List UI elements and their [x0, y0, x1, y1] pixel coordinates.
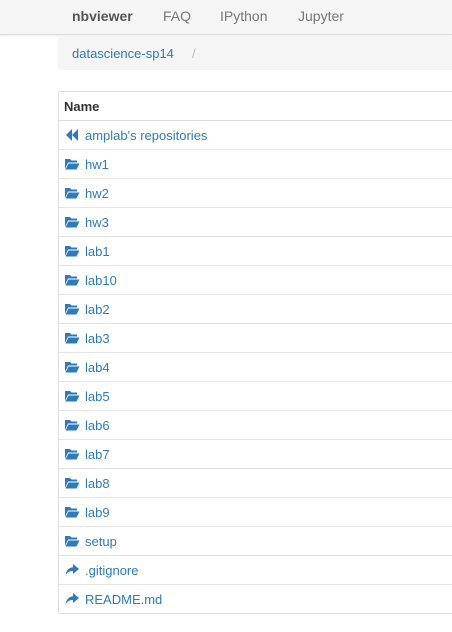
row-link[interactable]: README.md: [64, 585, 162, 613]
row-link[interactable]: lab3: [64, 324, 110, 352]
row-label: hw2: [85, 185, 109, 201]
folder-open-icon: [64, 447, 80, 461]
folder-open-icon: [64, 244, 80, 258]
row-link[interactable]: hw3: [64, 208, 109, 236]
row-link[interactable]: lab4: [64, 353, 110, 381]
table-row: README.md: [59, 584, 452, 613]
row-link[interactable]: hw1: [64, 150, 109, 178]
table-row: lab3: [59, 323, 452, 352]
breadcrumb-current[interactable]: datascience-sp14: [72, 46, 174, 61]
row-label: setup: [85, 533, 117, 549]
row-label: lab9: [85, 504, 110, 520]
table-row: lab10: [59, 265, 452, 294]
share-arrow-icon: [64, 563, 80, 577]
table-header: Name: [59, 92, 452, 121]
folder-open-icon: [64, 360, 80, 374]
share-arrow-icon: [64, 592, 80, 606]
row-label: lab8: [85, 475, 110, 491]
row-link[interactable]: lab10: [64, 266, 117, 294]
folder-open-icon: [64, 505, 80, 519]
folder-open-icon: [64, 186, 80, 200]
folder-open-icon: [64, 215, 80, 229]
table-row: hw2: [59, 178, 452, 207]
row-label: lab7: [85, 446, 110, 462]
column-header-name: Name: [64, 99, 100, 114]
folder-open-icon: [64, 418, 80, 432]
table-row: hw3: [59, 207, 452, 236]
row-link[interactable]: lab1: [64, 237, 110, 265]
table-row: setup: [59, 526, 452, 555]
row-label: .gitignore: [85, 562, 139, 578]
table-row: lab9: [59, 497, 452, 526]
table-row: lab7: [59, 439, 452, 468]
breadcrumb: datascience-sp14 /: [58, 36, 452, 70]
row-link[interactable]: lab7: [64, 440, 110, 468]
row-link[interactable]: lab5: [64, 382, 110, 410]
table-row: lab2: [59, 294, 452, 323]
row-label: hw3: [85, 214, 109, 230]
table-row: hw1: [59, 149, 452, 178]
nav-link-faq[interactable]: FAQ: [163, 8, 191, 24]
table-row: amplab's repositories: [59, 121, 452, 149]
row-link[interactable]: lab2: [64, 295, 110, 323]
double-chevron-left-icon: [64, 128, 80, 142]
row-label: lab3: [85, 330, 110, 346]
row-label: lab10: [85, 272, 117, 288]
table-row: lab8: [59, 468, 452, 497]
table-row: lab1: [59, 236, 452, 265]
table-row: .gitignore: [59, 555, 452, 584]
folder-open-icon: [64, 302, 80, 316]
row-label: hw1: [85, 156, 109, 172]
row-label: lab1: [85, 243, 110, 259]
folder-open-icon: [64, 273, 80, 287]
table-row: lab4: [59, 352, 452, 381]
row-link[interactable]: hw2: [64, 179, 109, 207]
nav-link-ipython[interactable]: IPython: [220, 8, 267, 24]
file-table: Name amplab's repositories hw1 hw2 hw3 lab1 l…: [58, 91, 452, 614]
folder-open-icon: [64, 476, 80, 490]
folder-open-icon: [64, 331, 80, 345]
table-row: lab6: [59, 410, 452, 439]
row-label: lab5: [85, 388, 110, 404]
table-body: amplab's repositories hw1 hw2 hw3 lab1 lab10 l…: [59, 121, 452, 613]
row-link[interactable]: lab9: [64, 498, 110, 526]
row-link[interactable]: setup: [64, 527, 117, 555]
nav-link-jupyter[interactable]: Jupyter: [298, 8, 344, 24]
row-link[interactable]: lab6: [64, 411, 110, 439]
folder-open-icon: [64, 389, 80, 403]
folder-open-icon: [64, 157, 80, 171]
folder-open-icon: [64, 534, 80, 548]
row-label: lab4: [85, 359, 110, 375]
table-row: lab5: [59, 381, 452, 410]
row-link[interactable]: lab8: [64, 469, 110, 497]
top-navbar: nbviewer FAQ IPython Jupyter: [0, 0, 452, 35]
row-link[interactable]: amplab's repositories: [64, 121, 207, 149]
row-label: lab6: [85, 417, 110, 433]
brand-link[interactable]: nbviewer: [72, 8, 133, 24]
row-label: lab2: [85, 301, 110, 317]
breadcrumb-separator: /: [192, 46, 196, 61]
row-link[interactable]: .gitignore: [64, 556, 138, 584]
row-label: README.md: [85, 591, 163, 607]
row-label: amplab's repositories: [85, 127, 208, 143]
